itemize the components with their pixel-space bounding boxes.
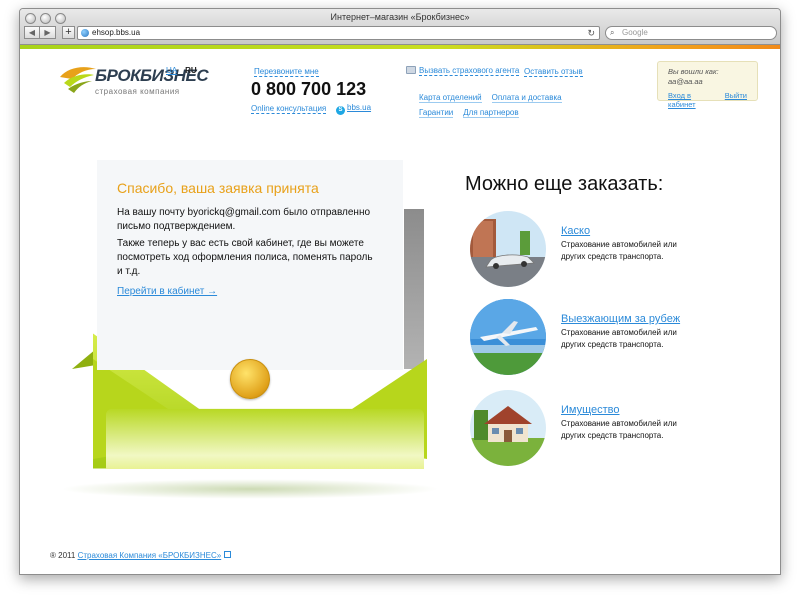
- url-text: ehsop.bbs.ua: [92, 28, 141, 37]
- confirmation-text-email: На вашу почту byorickq@gmail.com было от…: [117, 207, 371, 232]
- nav-buttons: ◀ ▶: [24, 26, 56, 39]
- guarantees-link[interactable]: Гарантии: [419, 108, 454, 118]
- logo-subtitle: страховая компания: [95, 87, 180, 96]
- header-links-row-2: Гарантии Для партнеров: [419, 108, 519, 118]
- login-box: Вы вошли как: aa@aa.aa Вход в кабинет Вы…: [657, 61, 758, 109]
- lang-ru-current: RU: [185, 66, 197, 75]
- login-actions: Вход в кабинет Выйти: [668, 91, 747, 109]
- logout-link[interactable]: Выйти: [725, 91, 747, 109]
- page-content: БРОКБИЗНЕС страховая компания UA RU Пере…: [20, 49, 780, 574]
- airplane-icon[interactable]: [470, 299, 546, 375]
- house-icon[interactable]: [470, 390, 546, 466]
- logged-in-label: Вы вошли как:: [668, 67, 719, 76]
- partners-link[interactable]: Для партнеров: [463, 108, 519, 118]
- external-link-icon: [224, 551, 232, 558]
- header-links-row-1: Карта отделений Оплата и доставка: [419, 93, 562, 103]
- skype-link[interactable]: Sbbs.ua: [336, 103, 371, 115]
- envelope-shadow: [60, 479, 440, 499]
- offer-travel: Выезжающим за рубеж Страхование автомоби…: [470, 299, 770, 379]
- leave-review-link[interactable]: Оставить отзыв: [524, 67, 583, 77]
- forward-button[interactable]: ▶: [40, 26, 56, 39]
- title-bar: Интернет–магазин «Брокбизнес» ◀ ▶ + ehso…: [20, 9, 780, 45]
- offer-property-desc: Страхование автомобилей или других средс…: [561, 419, 677, 440]
- search-placeholder: Google: [622, 28, 648, 37]
- confirmation-text-cabinet: Также теперь у вас есть свой кабинет, гд…: [117, 238, 373, 277]
- add-bookmark-button[interactable]: +: [62, 26, 75, 39]
- confirmation-card: Спасибо, ваша заявка принята На вашу поч…: [97, 160, 403, 370]
- skype-label: bbs.ua: [347, 103, 372, 112]
- envelope-seal-icon: [230, 359, 270, 399]
- call-agent-label: Вызвать страхового агента: [419, 66, 520, 76]
- cabinet-link[interactable]: Вход в кабинет: [668, 91, 717, 109]
- more-offers-title: Можно еще заказать:: [465, 173, 664, 195]
- agent-icon: [406, 66, 416, 74]
- back-button[interactable]: ◀: [24, 26, 40, 39]
- language-switcher: UA RU: [166, 66, 197, 75]
- offer-casco-desc: Страхование автомобилей или других средс…: [561, 240, 677, 261]
- skype-icon: S: [336, 106, 345, 115]
- logged-in-user: aa@aa.aa: [668, 77, 703, 86]
- footer-copyright: ® 2011: [50, 551, 76, 560]
- logo-bird-icon: [60, 67, 96, 93]
- globe-icon: [81, 29, 89, 37]
- footer-company-link[interactable]: Страховая Компания «БРОКБИЗНЕС»: [78, 551, 222, 560]
- footer: ® 2011 Страховая Компания «БРОКБИЗНЕС»: [50, 551, 232, 560]
- offer-casco-title[interactable]: Каско: [561, 225, 590, 237]
- callback-link[interactable]: Перезвоните мне: [254, 67, 319, 77]
- online-consult-link[interactable]: Online консультация: [251, 104, 327, 114]
- search-field[interactable]: ⌕ Google: [605, 26, 777, 40]
- browser-window: Интернет–магазин «Брокбизнес» ◀ ▶ + ehso…: [19, 8, 781, 575]
- offer-travel-desc: Страхование автомобилей или других средс…: [561, 328, 677, 349]
- window-title: Интернет–магазин «Брокбизнес»: [330, 12, 470, 22]
- car-icon[interactable]: [470, 211, 546, 287]
- phone-number: 0 800 700 123: [251, 79, 367, 99]
- reload-icon[interactable]: ↻: [587, 27, 595, 39]
- offer-casco: Каско Страхование автомобилей или других…: [470, 211, 770, 291]
- confirmation-title: Спасибо, ваша заявка принята: [117, 180, 319, 196]
- payment-delivery-link[interactable]: Оплата и доставка: [491, 93, 562, 103]
- search-icon: ⌕: [610, 28, 615, 37]
- call-agent-link[interactable]: Вызвать страхового агента: [406, 66, 520, 76]
- branches-map-link[interactable]: Карта отделений: [419, 93, 482, 103]
- lang-ua-link[interactable]: UA: [166, 66, 177, 75]
- address-bar[interactable]: ehsop.bbs.ua ↻: [77, 26, 600, 40]
- go-to-cabinet-link[interactable]: Перейти в кабинет →: [117, 286, 217, 297]
- offer-property: Имущество Страхование автомобилей или др…: [470, 390, 770, 470]
- offer-travel-title[interactable]: Выезжающим за рубеж: [561, 313, 680, 325]
- offer-property-title[interactable]: Имущество: [561, 404, 620, 416]
